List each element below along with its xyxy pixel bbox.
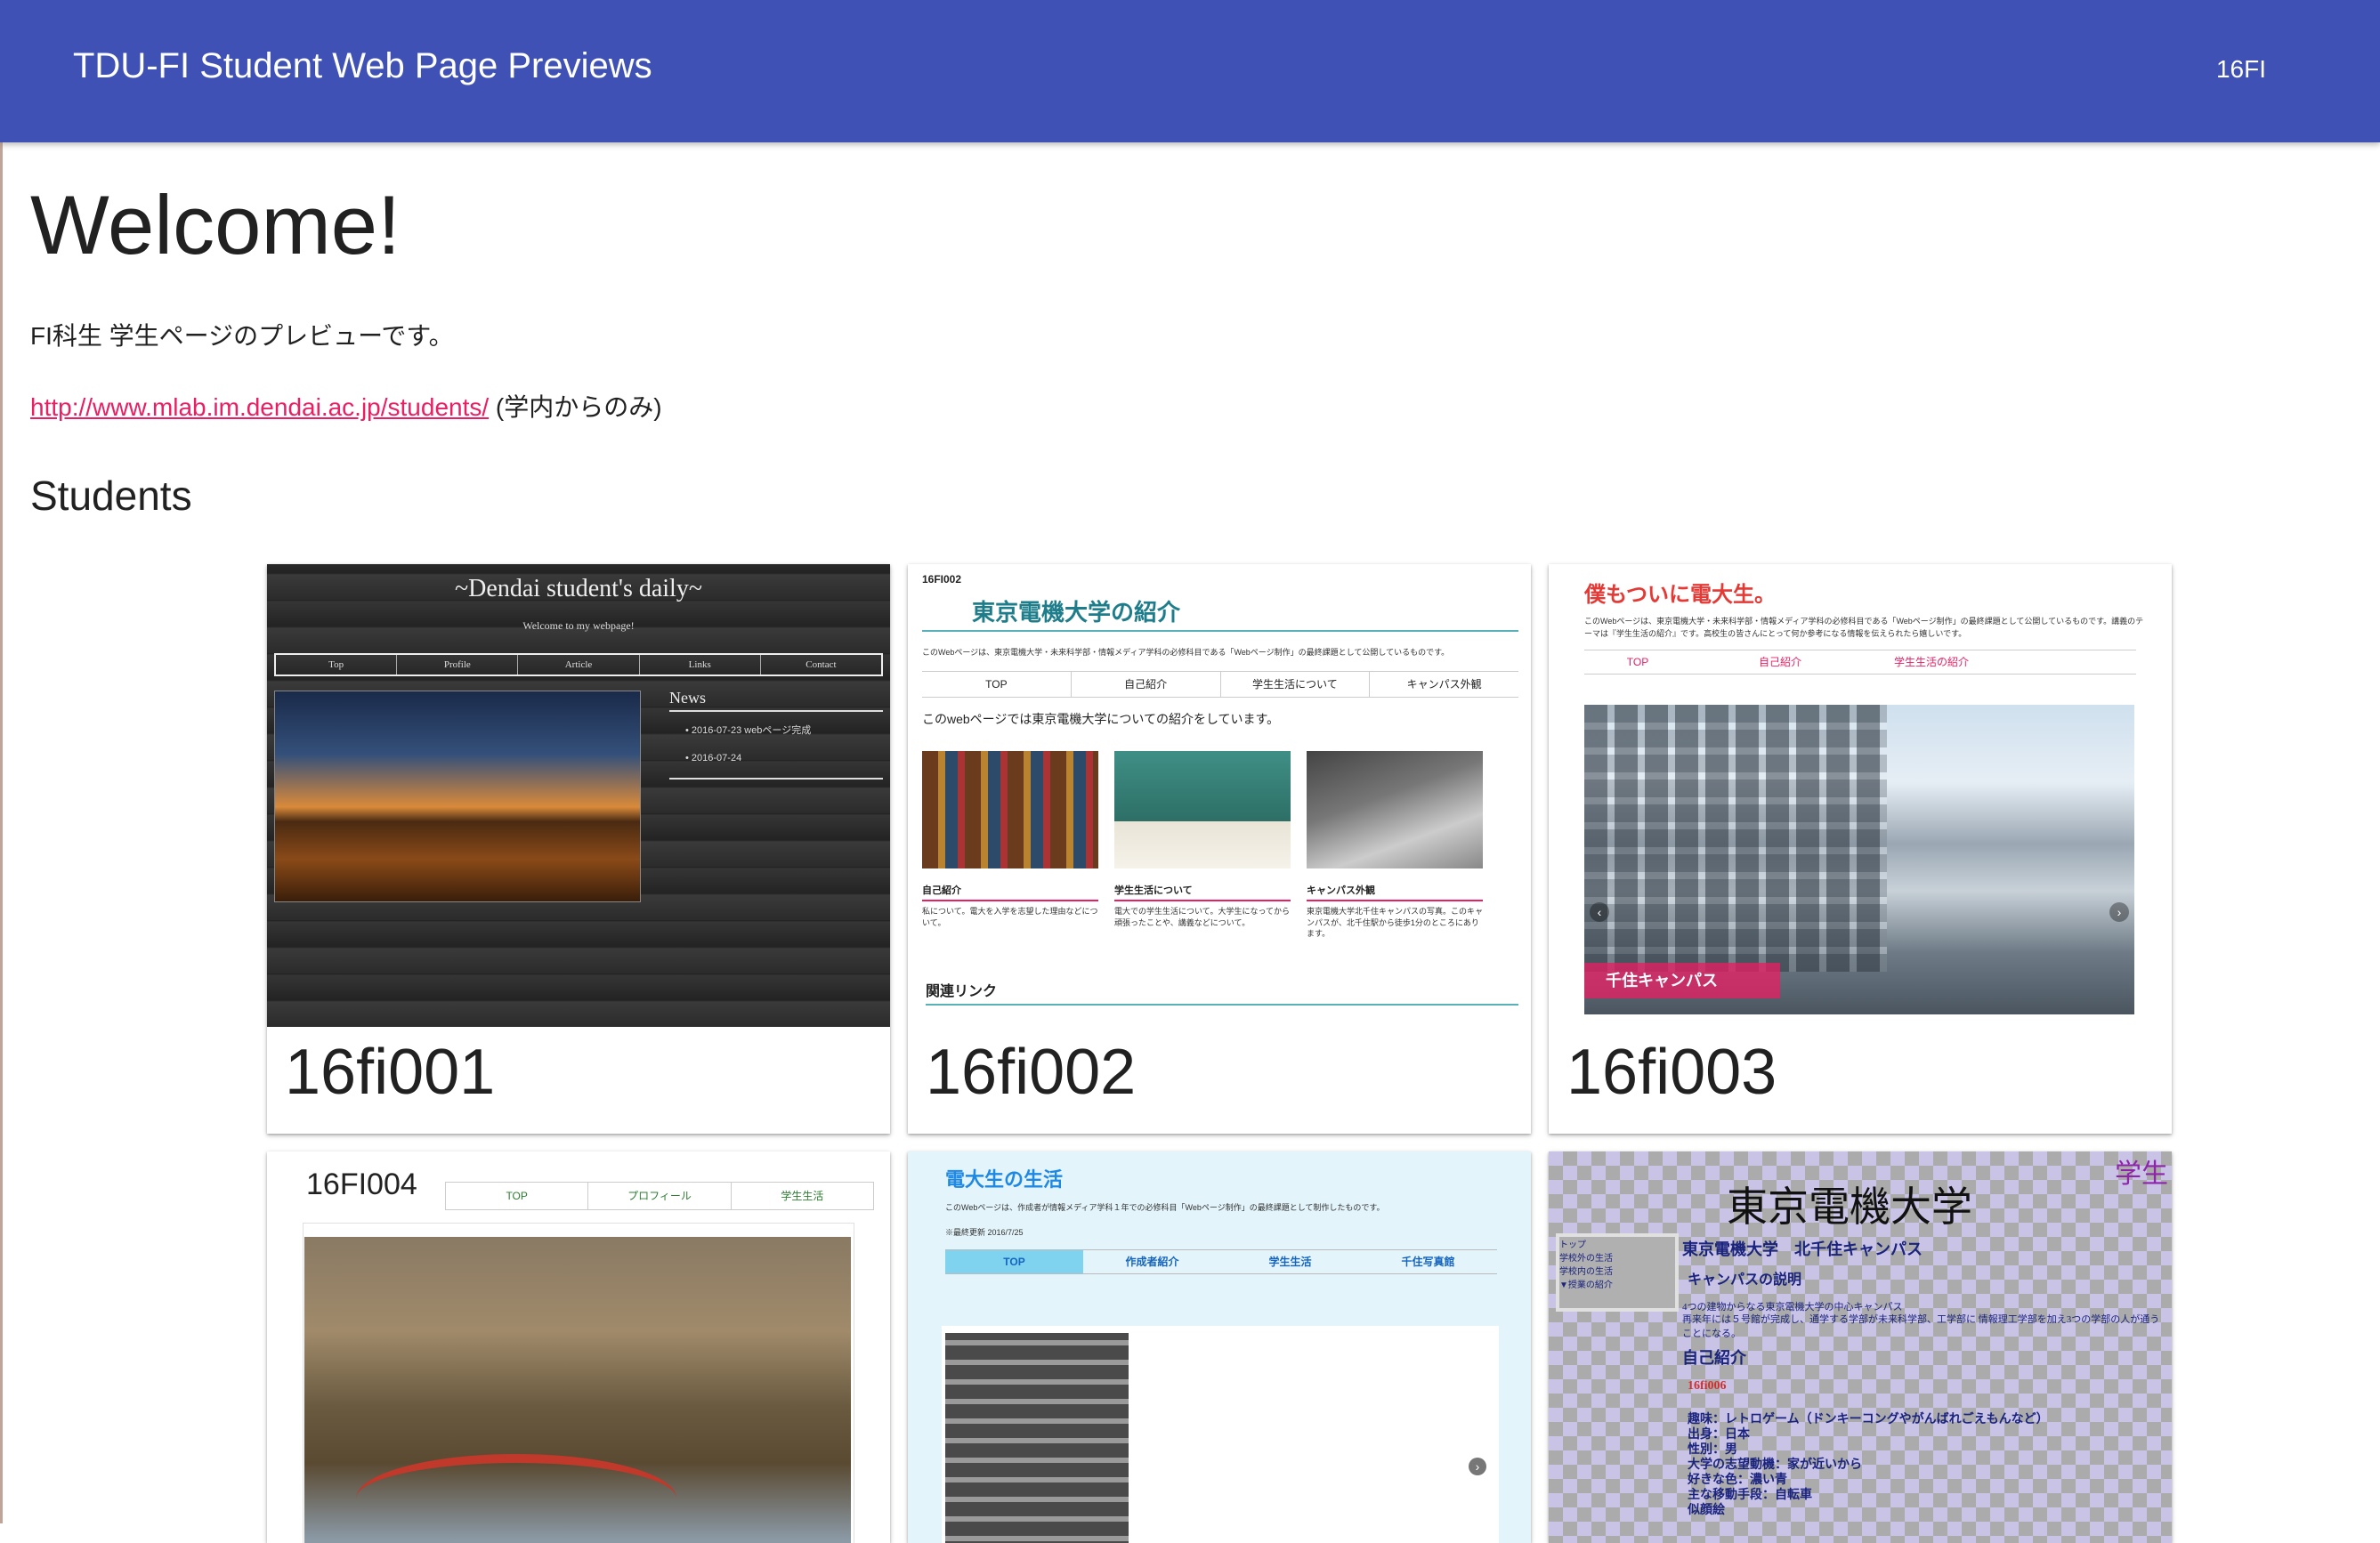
app-title: TDU-FI Student Web Page Previews bbox=[73, 46, 652, 85]
preview-nav-item: 作成者紹介 bbox=[1125, 1256, 1179, 1268]
chevron-right-icon[interactable]: › bbox=[1469, 1458, 1486, 1475]
preview-photo-caption: 千住キャンパス bbox=[1584, 963, 1780, 998]
preview-nav-item: 学生生活 bbox=[781, 1190, 824, 1202]
preview-thumbnail[interactable]: 僕もついに電大生。 このWebページは、東京電機大学・未来科学部・情報メディア学… bbox=[1549, 564, 2172, 1027]
student-card-16fi004[interactable]: 16FI004 TOP プロフィール 学生生活 bbox=[267, 1151, 890, 1543]
app-bar: TDU-FI Student Web Page Previews 16FI bbox=[0, 0, 2380, 142]
preview-nav: Top Profile Article Links Contact bbox=[274, 653, 883, 676]
preview-heading: 東京電機大学 bbox=[1727, 1184, 1972, 1230]
preview-thumbnail[interactable]: 16FI004 TOP プロフィール 学生生活 bbox=[267, 1151, 890, 1543]
preview-title: ~Dendai student's daily~ bbox=[455, 575, 702, 602]
preview-side-menu: トップ 学校外の生活 学校内の生活 ▼授業の紹介 bbox=[1556, 1233, 1679, 1312]
preview-nav-item: TOP bbox=[945, 1250, 1083, 1273]
chevron-left-icon[interactable]: ‹ bbox=[1590, 902, 1609, 922]
student-id-label: 16fi001 bbox=[285, 1037, 496, 1108]
preview-photo-building bbox=[945, 1333, 1129, 1543]
preview-related-heading: 関連リンク bbox=[926, 984, 998, 999]
preview-id: 16fi006 bbox=[1688, 1379, 1727, 1393]
student-card-16fi003[interactable]: 僕もついに電大生。 このWebページは、東京電機大学・未来科学部・情報メディア学… bbox=[1549, 564, 2172, 1134]
preview-nav: TOP 作成者紹介 学生生活 千住写真館 bbox=[945, 1249, 1497, 1274]
preview-section-text: 電大での学生生活について。大学生になってから頑張ったことや、講義などについて。 bbox=[1114, 907, 1291, 927]
student-id-label: 16fi003 bbox=[1566, 1037, 1777, 1108]
preview-id: 16FI002 bbox=[922, 573, 962, 586]
preview-id: 16FI004 bbox=[306, 1167, 417, 1201]
preview-side-link: 学校外の生活 bbox=[1559, 1254, 1613, 1264]
preview-heading: 僕もついに電大生。 bbox=[1584, 583, 1777, 607]
preview-nav-item: TOP bbox=[446, 1183, 589, 1209]
student-card-16fi005[interactable]: 電大生の生活 このWebページは、作成者が情報メディア学科１年での必修科目「We… bbox=[908, 1151, 1531, 1543]
preview-photo-desk bbox=[1307, 751, 1483, 868]
preview-divider bbox=[669, 778, 883, 780]
preview-description: このWebページは、東京電機大学・未来科学部・情報メディア学科の必修科目である「… bbox=[922, 648, 1450, 657]
preview-section-text: 東京電機大学北千住キャンパスの写真。このキャンパスが、北千住駅から徒歩1分のとこ… bbox=[1307, 907, 1484, 939]
preview-heading: 電大生の生活 bbox=[945, 1168, 1064, 1191]
preview-nav-item: プロフィール bbox=[588, 1183, 732, 1209]
preview-updated-date: ※最終更新 2016/7/25 bbox=[945, 1228, 1024, 1237]
preview-photo-bookshelf bbox=[922, 751, 1098, 868]
student-card-16fi002[interactable]: 16FI002 東京電機大学の紹介 このWebページは、東京電機大学・未来科学部… bbox=[908, 564, 1531, 1134]
preview-nav-item: キャンパス外観 bbox=[1406, 678, 1482, 691]
preview-divider bbox=[669, 710, 883, 712]
preview-nav-item: 学生生活の紹介 bbox=[1893, 656, 1969, 668]
chevron-right-icon[interactable]: › bbox=[2109, 902, 2129, 922]
preview-nav-item: 自己紹介 bbox=[1072, 672, 1221, 697]
preview-heading: 東京電機大学の紹介 bbox=[972, 599, 1181, 626]
preview-subheading: キャンパスの説明 bbox=[1688, 1272, 1802, 1288]
preview-nav-item: 学生生活について bbox=[1221, 672, 1371, 697]
preview-nav: TOP 自己紹介 学生生活の紹介 bbox=[1584, 650, 2136, 675]
preview-nav-item: Article bbox=[518, 655, 640, 675]
preview-nav-item: 自己紹介 bbox=[1758, 656, 1801, 668]
preview-section-text: 私について。電大を入学を志望した理由などについて。 bbox=[922, 907, 1098, 927]
preview-nav-item: Top bbox=[276, 655, 398, 675]
preview-text: 再来年には５号館が完成し、通学する学部が未来科学部、工学部に 情報理工学部を加え… bbox=[1682, 1314, 2160, 1339]
students-heading: Students bbox=[30, 473, 192, 519]
preview-nav: TOP 自己紹介 学生生活について キャンパス外観 bbox=[922, 671, 1518, 698]
welcome-heading: Welcome! bbox=[30, 178, 401, 271]
preview-thumbnail[interactable]: ~Dendai student's daily~ Welcome to my w… bbox=[267, 564, 890, 1027]
preview-nav-item: TOP bbox=[922, 672, 1072, 697]
preview-nav: TOP プロフィール 学生生活 bbox=[445, 1182, 874, 1210]
preview-news-item: • 2016-07-24 bbox=[685, 753, 742, 763]
preview-subheading: 東京電機大学 北千住キャンパス bbox=[1682, 1240, 1923, 1258]
preview-news-item: • 2016-07-23 webページ完成 bbox=[685, 725, 812, 736]
preview-side-link: ▼授業の紹介 bbox=[1559, 1280, 1613, 1290]
preview-stamp-text: 学生 bbox=[2115, 1159, 2168, 1189]
preview-lead: このwebページでは東京電機大学についての紹介をしています。 bbox=[922, 712, 1280, 726]
link-note: (学内からのみ) bbox=[489, 393, 662, 421]
preview-side-link: トップ bbox=[1559, 1240, 1586, 1250]
preview-section-title: 自己紹介 bbox=[922, 883, 1098, 901]
preview-nav-item: Links bbox=[640, 655, 761, 675]
preview-subheading: 自己紹介 bbox=[1682, 1349, 1746, 1367]
preview-nav-item: Contact bbox=[805, 659, 837, 670]
student-card-16fi001[interactable]: ~Dendai student's daily~ Welcome to my w… bbox=[267, 564, 890, 1134]
student-id-label: 16fi002 bbox=[926, 1037, 1137, 1108]
preview-divider bbox=[922, 630, 1518, 632]
intro-text: FI科生 学生ページのプレビューです。 bbox=[30, 322, 454, 350]
preview-thumbnail[interactable]: 16FI002 東京電機大学の紹介 このWebページは、東京電機大学・未来科学部… bbox=[908, 564, 1531, 1027]
student-card-16fi006[interactable]: 学生 東京電機大学 トップ 学校外の生活 学校内の生活 ▼授業の紹介 東京電機大… bbox=[1549, 1151, 2172, 1543]
preview-photo-building-windows bbox=[1584, 705, 1887, 972]
preview-section-title: 学生生活について bbox=[1114, 883, 1291, 901]
preview-thumbnail[interactable]: 電大生の生活 このWebページは、作成者が情報メディア学科１年での必修科目「We… bbox=[908, 1151, 1531, 1543]
preview-section-title: キャンパス外観 bbox=[1307, 883, 1483, 901]
left-edge-divider bbox=[0, 142, 3, 1523]
preview-subtitle: Welcome to my webpage! bbox=[522, 619, 635, 632]
preview-photo-classroom bbox=[1114, 751, 1291, 868]
preview-nav-item: Profile bbox=[397, 655, 519, 675]
preview-nav-item: TOP bbox=[1626, 656, 1649, 668]
preview-side-link: 学校内の生活 bbox=[1559, 1267, 1613, 1277]
preview-divider bbox=[926, 1004, 1518, 1006]
class-label: 16FI bbox=[2215, 55, 2266, 83]
preview-nav-item: 学生生活 bbox=[1268, 1256, 1312, 1268]
preview-profile-line: 似顔絵 bbox=[1688, 1504, 1725, 1517]
preview-photo-sunset-pier bbox=[274, 691, 641, 902]
preview-thumbnail[interactable]: 学生 東京電機大学 トップ 学校外の生活 学校内の生活 ▼授業の紹介 東京電機大… bbox=[1549, 1151, 2172, 1543]
preview-description: このWebページは、東京電機大学・未来科学部・情報メディア学科の必修科目である「… bbox=[1584, 617, 2144, 638]
students-url-link[interactable]: http://www.mlab.im.dendai.ac.jp/students… bbox=[30, 393, 489, 421]
preview-news-heading: News bbox=[669, 689, 706, 707]
students-link-line: http://www.mlab.im.dendai.ac.jp/students… bbox=[30, 388, 662, 424]
preview-nav-item: 千住写真館 bbox=[1401, 1256, 1455, 1268]
preview-description: このWebページは、作成者が情報メディア学科１年での必修科目「Webページ制作」… bbox=[945, 1203, 1385, 1212]
